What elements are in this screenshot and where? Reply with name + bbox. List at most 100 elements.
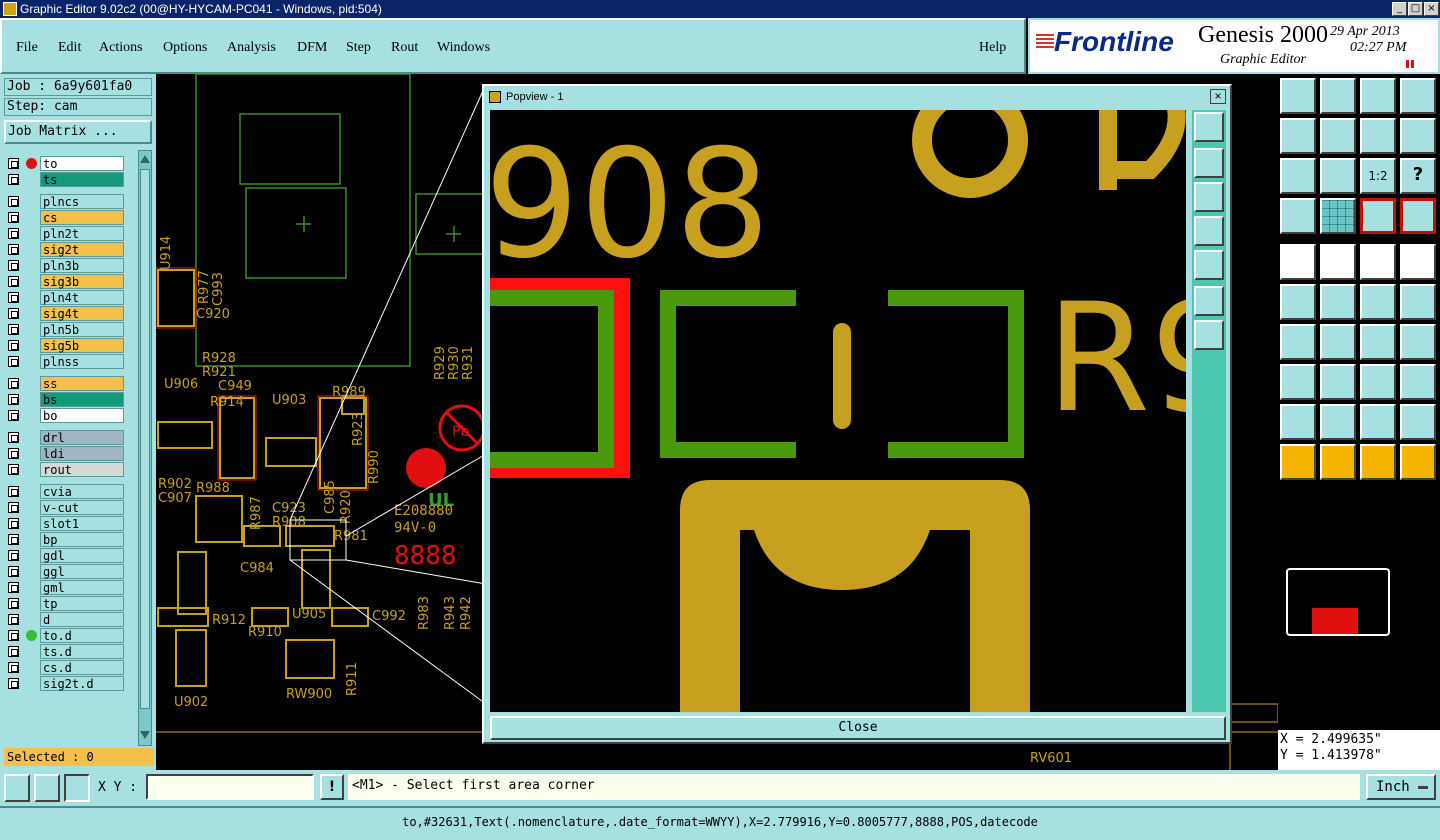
layer-name[interactable]: to [40,156,124,171]
pause-icon[interactable] [1406,60,1416,68]
layer-row-bs[interactable]: bs [6,392,124,407]
layer-name[interactable]: sig4t [40,306,124,321]
layer-row-cs[interactable]: cs [6,210,124,225]
popview-canvas[interactable]: 908 R9 [490,110,1186,712]
layer-name[interactable]: sig2t [40,242,124,257]
layer-row-gml[interactable]: gml [6,580,124,595]
layer-checkbox[interactable] [8,356,19,367]
menu-edit[interactable]: Edit [58,40,81,56]
pan-down-icon[interactable] [1194,182,1224,212]
layer-name[interactable]: tp [40,596,124,611]
layer-row-pln5b[interactable]: pln5b [6,322,124,337]
layer-checkbox[interactable] [8,518,19,529]
layer-name[interactable]: ldi [40,446,124,461]
move-line-icon[interactable] [1400,284,1436,320]
diagonal-line-icon[interactable] [1320,324,1356,360]
angle-icon[interactable] [1280,324,1316,360]
move-point-icon[interactable] [1360,284,1396,320]
layer-name[interactable]: pln3b [40,258,124,273]
pad-to-line-icon[interactable] [1280,364,1316,400]
layer-scrollbar[interactable] [138,150,152,746]
layer-name[interactable]: cvia [40,484,124,499]
select-path-icon[interactable] [1400,444,1436,480]
layer-row-bo[interactable]: bo [6,408,124,423]
layer-name[interactable]: drl [40,430,124,445]
layer-name[interactable]: sig5b [40,338,124,353]
layer-row-ldi[interactable]: ldi [6,446,124,461]
fit-icon[interactable] [1280,158,1316,194]
snake-icon[interactable] [1400,118,1436,154]
layer-name[interactable]: cs [40,210,124,225]
layer-checkbox[interactable] [8,260,19,271]
layer-checkbox[interactable] [8,486,19,497]
grid-icon[interactable] [1320,198,1356,234]
popview-close-icon[interactable]: × [1210,89,1226,104]
center-icon[interactable] [1320,158,1356,194]
layer-name[interactable]: pln4t [40,290,124,305]
help-query-icon[interactable]: ? [1400,158,1436,194]
pad-icon[interactable] [1400,244,1436,280]
zoom-out-icon[interactable] [1194,320,1224,350]
layer-checkbox[interactable] [8,410,19,421]
scroll-thumb[interactable] [140,169,150,709]
layer-name[interactable]: bo [40,408,124,423]
swap-icon[interactable] [1360,118,1396,154]
layer-checkbox[interactable] [8,228,19,239]
layer-name[interactable]: plnss [40,354,124,369]
layer-checkbox[interactable] [8,308,19,319]
layer-row-sig5b[interactable]: sig5b [6,338,124,353]
zoom-page-icon[interactable] [1194,112,1224,142]
layer-name[interactable]: ts.d [40,644,124,659]
layer-checkbox[interactable] [8,196,19,207]
connect-icon[interactable] [1280,284,1316,320]
layer-name[interactable]: ts [40,172,124,187]
layer-checkbox[interactable] [8,678,19,689]
triangle-4-icon[interactable] [1400,404,1436,440]
layer-name[interactable]: ss [40,376,124,391]
layer-checkbox[interactable] [8,534,19,545]
layer-checkbox[interactable] [8,378,19,389]
layer-row-pln2t[interactable]: pln2t [6,226,124,241]
layer-checkbox[interactable] [8,324,19,335]
menu-actions[interactable]: Actions [99,40,143,56]
layer-checkbox[interactable] [8,158,19,169]
layer-name[interactable]: gdl [40,548,124,563]
arc-icon[interactable] [1360,324,1396,360]
layer-name[interactable]: pln2t [40,226,124,241]
mirror-icon[interactable] [1400,324,1436,360]
maximize-button[interactable]: □ [1408,2,1423,16]
layer-name[interactable]: sig3b [40,274,124,289]
layer-name[interactable]: v-cut [40,500,124,515]
layer-checkbox[interactable] [8,448,19,459]
layer-row-d[interactable]: d [6,612,124,627]
pointer-icon[interactable] [1280,444,1316,480]
layer-checkbox[interactable] [8,566,19,577]
layer-checkbox[interactable] [8,662,19,673]
job-matrix-button[interactable]: Job Matrix ... [4,120,152,144]
menu-analysis[interactable]: Analysis [227,40,276,56]
layer-row-pln3b[interactable]: pln3b [6,258,124,273]
add-feature-icon[interactable] [1280,244,1316,280]
triangle-1-icon[interactable] [1280,404,1316,440]
scroll-up-icon[interactable] [140,153,150,163]
layer-row-pln4t[interactable]: pln4t [6,290,124,305]
home-up-icon[interactable] [1280,78,1316,114]
window-layout-icon[interactable] [1400,78,1436,114]
layer-row-cs-d[interactable]: cs.d [6,660,124,675]
layer-checkbox[interactable] [8,582,19,593]
pan-up-icon[interactable] [1194,148,1224,178]
layer-row-plncs[interactable]: plncs [6,194,124,209]
layer-checkbox[interactable] [8,502,19,513]
scroll-down-icon[interactable] [140,731,150,741]
pads-icon[interactable] [1400,364,1436,400]
layer-checkbox[interactable] [8,276,19,287]
layer-name[interactable]: d [40,612,124,627]
ruler-icon[interactable] [1360,244,1396,280]
menu-help[interactable]: Help [979,40,1006,56]
layer-row-ggl[interactable]: ggl [6,564,124,579]
layer-checkbox[interactable] [8,174,19,185]
layer-checkbox[interactable] [8,292,19,303]
measure-icon[interactable] [34,774,60,802]
layer-checkbox[interactable] [8,244,19,255]
menu-step[interactable]: Step [346,40,371,56]
